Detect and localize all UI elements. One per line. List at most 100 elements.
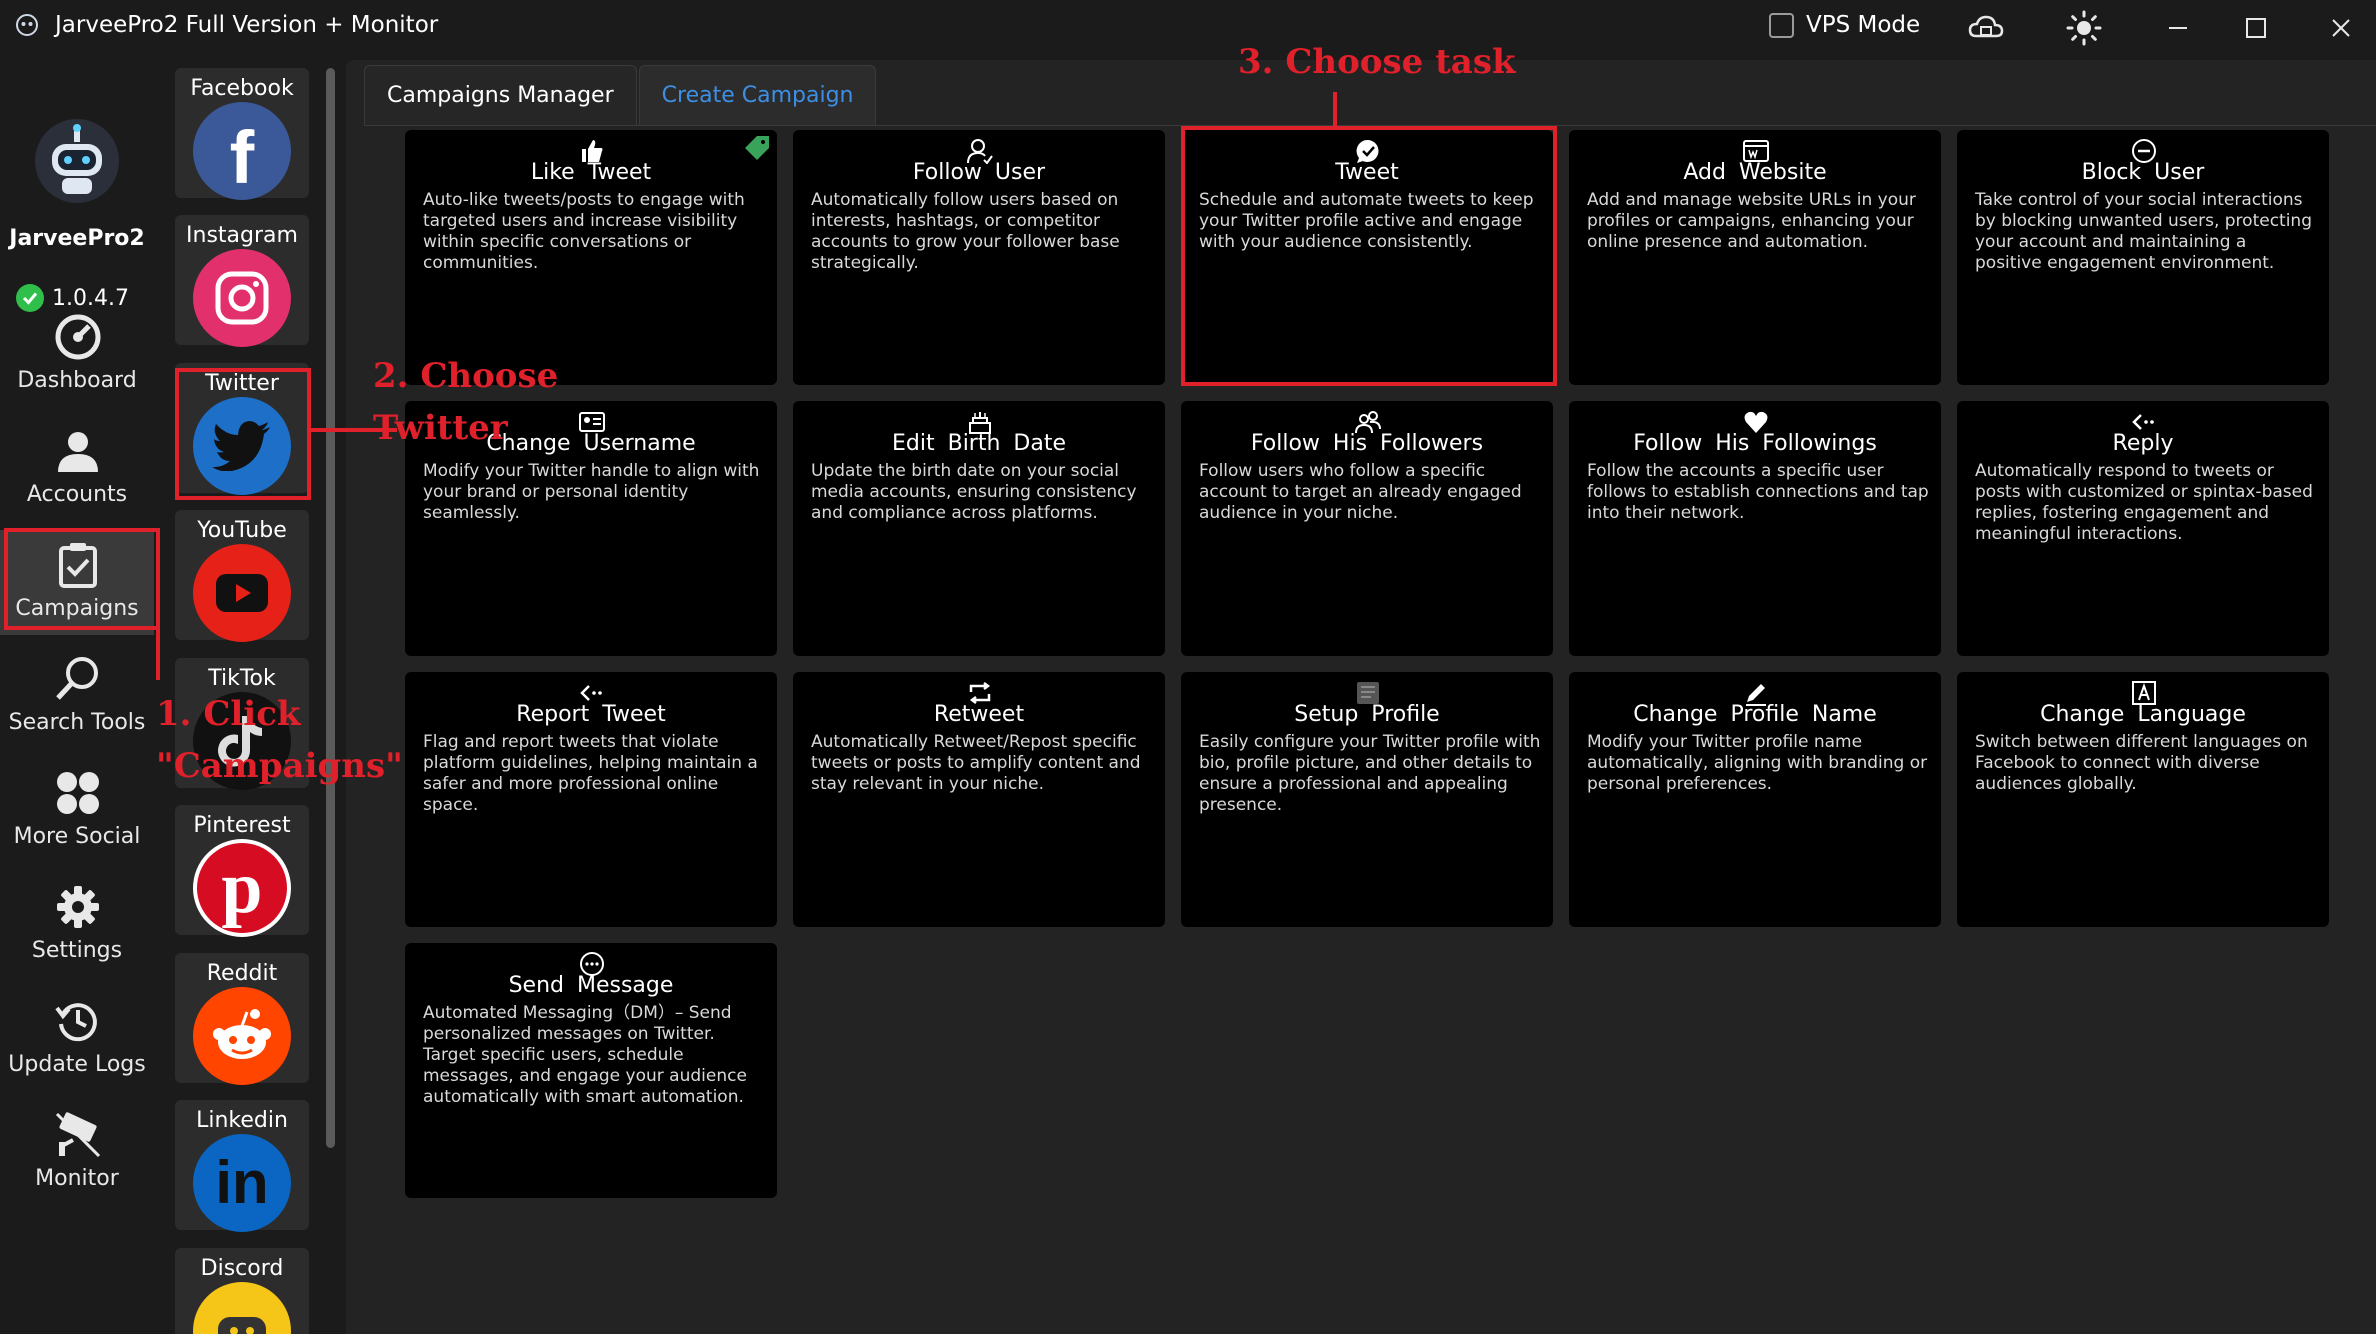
accounts-user-icon	[58, 432, 98, 472]
minimize-icon[interactable]	[2158, 8, 2198, 48]
nav-label: Monitor	[35, 1166, 119, 1191]
pinterest-icon: p	[193, 839, 291, 937]
cloud-sync-icon[interactable]	[1966, 8, 2006, 48]
task-title: Tweet	[1335, 160, 1399, 185]
social-item-twitter[interactable]: Twitter	[175, 363, 309, 495]
nav-update-logs[interactable]: Update Logs	[0, 986, 154, 1091]
task-title: Report Tweet	[516, 702, 666, 727]
nav-dashboard[interactable]: Dashboard	[0, 302, 154, 407]
tab-bar: Campaigns Manager Create Campaign	[364, 65, 878, 125]
task-description: Switch between different languages on Fa…	[1975, 732, 2308, 794]
theme-sun-icon[interactable]	[2064, 8, 2104, 48]
social-scrollbar[interactable]	[326, 68, 335, 1148]
social-label: Twitter	[205, 371, 279, 396]
task-card-change-profile-name[interactable]: Change Profile Name Modify your Twitter …	[1569, 672, 1941, 927]
nav-accounts[interactable]: Accounts	[0, 416, 154, 521]
tab-divider	[364, 125, 2376, 126]
task-description: Automatically follow users based on inte…	[811, 190, 1120, 273]
social-label: Pinterest	[193, 813, 291, 838]
vps-mode-checkbox[interactable]	[1769, 13, 1794, 38]
task-card-tweet[interactable]: Tweet Schedule and automate tweets to ke…	[1181, 130, 1553, 385]
social-item-discord[interactable]: Discord	[175, 1248, 309, 1334]
nav-label: Campaigns	[15, 596, 139, 621]
reddit-icon	[193, 987, 291, 1085]
annotation-connector-task	[1333, 92, 1337, 126]
nav-search-tools[interactable]: Search Tools	[0, 644, 154, 749]
task-title: Follow His Followings	[1633, 431, 1877, 456]
task-description: Add and manage website URLs in your prof…	[1587, 190, 1916, 252]
facebook-icon: f	[193, 102, 291, 200]
task-description: Take control of your social interactions…	[1975, 190, 2312, 273]
task-description: Auto-like tweets/posts to engage with ta…	[423, 190, 745, 273]
annotation-step-2: 2. Choose Twitter	[373, 356, 558, 448]
task-card-edit-birth-date[interactable]: Edit Birth Date Update the birth date on…	[793, 401, 1165, 656]
social-label: YouTube	[197, 518, 287, 543]
task-card-retweet[interactable]: Retweet Automatically Retweet/Repost spe…	[793, 672, 1165, 927]
update-logs-clock-icon	[55, 1003, 97, 1042]
more-social-grid-icon	[57, 772, 99, 814]
task-card-send-message[interactable]: Send Message Automated Messaging（DM）– Se…	[405, 943, 777, 1198]
task-card-setup-profile[interactable]: Setup Profile Easily configure your Twit…	[1181, 672, 1553, 927]
search-magnifier-icon	[56, 657, 98, 700]
task-title: Add Website	[1683, 160, 1827, 185]
social-item-youtube[interactable]: YouTube	[175, 510, 309, 642]
vps-mode-label: VPS Mode	[1806, 12, 1921, 38]
task-description: Automatically respond to tweets or posts…	[1975, 461, 2313, 544]
task-description: Follow users who follow a specific accou…	[1199, 461, 1522, 523]
window-title: JarveePro2 Full Version + Monitor	[55, 12, 439, 38]
social-item-linkedin[interactable]: Linkedin in	[175, 1100, 309, 1232]
nav-settings[interactable]: Settings	[0, 872, 154, 977]
task-title: Follow His Followers	[1250, 431, 1484, 456]
nav-more-social[interactable]: More Social	[0, 758, 154, 863]
close-icon[interactable]	[2321, 8, 2361, 48]
social-label: Instagram	[186, 223, 298, 248]
dashboard-gauge-icon	[55, 314, 101, 360]
social-item-reddit[interactable]: Reddit	[175, 953, 309, 1085]
social-label: Linkedin	[196, 1108, 288, 1133]
task-card-like-tweet[interactable]: Like Tweet Auto-like tweets/posts to eng…	[405, 130, 777, 385]
annotation-step-1-line1: 1. Click	[156, 694, 301, 734]
nav-campaigns[interactable]: Campaigns	[0, 530, 154, 635]
discord-icon	[193, 1282, 291, 1334]
social-label: Discord	[200, 1256, 284, 1281]
task-card-block-user[interactable]: Block User Take control of your social i…	[1957, 130, 2329, 385]
settings-gear-icon	[57, 886, 99, 928]
instagram-icon	[193, 249, 291, 347]
youtube-icon	[193, 544, 291, 642]
nav-label: Accounts	[26, 482, 128, 507]
main-panel: Campaigns Manager Create Campaign Like T…	[346, 60, 2376, 1334]
task-title: Change Profile Name	[1633, 702, 1877, 727]
task-card-reply[interactable]: Reply Automatically respond to tweets or…	[1957, 401, 2329, 656]
monitor-camera-icon	[55, 1112, 101, 1158]
task-card-add-website[interactable]: Add Website Add and manage website URLs …	[1569, 130, 1941, 385]
maximize-icon[interactable]	[2236, 8, 2276, 48]
social-item-pinterest[interactable]: Pinterest p	[175, 805, 309, 937]
annotation-step-3: 3. Choose task	[1238, 42, 1516, 82]
annotation-step-1: 1. Click "Campaigns"	[156, 694, 403, 786]
annotation-step-2-line1: 2. Choose	[373, 356, 559, 396]
social-item-instagram[interactable]: Instagram	[175, 215, 309, 347]
tab-campaigns-manager[interactable]: Campaigns Manager	[364, 65, 637, 125]
free-tag-icon	[745, 136, 769, 160]
task-description: Automated Messaging（DM）– Send personaliz…	[423, 1003, 747, 1107]
task-card-follow-his-followers[interactable]: Follow His Followers Follow users who fo…	[1181, 401, 1553, 656]
social-item-facebook[interactable]: Facebook f	[175, 68, 309, 200]
task-description: Easily configure your Twitter profile wi…	[1199, 732, 1541, 815]
campaigns-clipboard-icon	[59, 543, 97, 588]
social-label: Reddit	[206, 961, 278, 986]
task-title: Like Tweet	[530, 160, 652, 185]
task-card-follow-his-followings[interactable]: Follow His Followings Follow the account…	[1569, 401, 1941, 656]
task-description: Follow the accounts a specific user foll…	[1587, 461, 1929, 523]
nav-label: Dashboard	[17, 368, 137, 393]
task-description: Update the birth date on your social med…	[811, 461, 1137, 523]
task-card-change-language[interactable]: Change Language Switch between different…	[1957, 672, 2329, 927]
task-card-report-tweet[interactable]: Report Tweet Flag and report tweets that…	[405, 672, 777, 927]
brand-name: JarveePro2	[9, 226, 145, 251]
task-card-follow-user[interactable]: Follow User Automatically follow users b…	[793, 130, 1165, 385]
task-title: Change Language	[2040, 702, 2246, 727]
robot-logo-icon	[35, 119, 119, 203]
nav-monitor[interactable]: Monitor	[0, 1100, 154, 1205]
task-title: Edit Birth Date	[892, 431, 1066, 456]
left-navigation: JarveePro2 1.0.4.7 Dashboard Accounts Ca…	[0, 54, 164, 1334]
tab-create-campaign[interactable]: Create Campaign	[638, 65, 877, 125]
